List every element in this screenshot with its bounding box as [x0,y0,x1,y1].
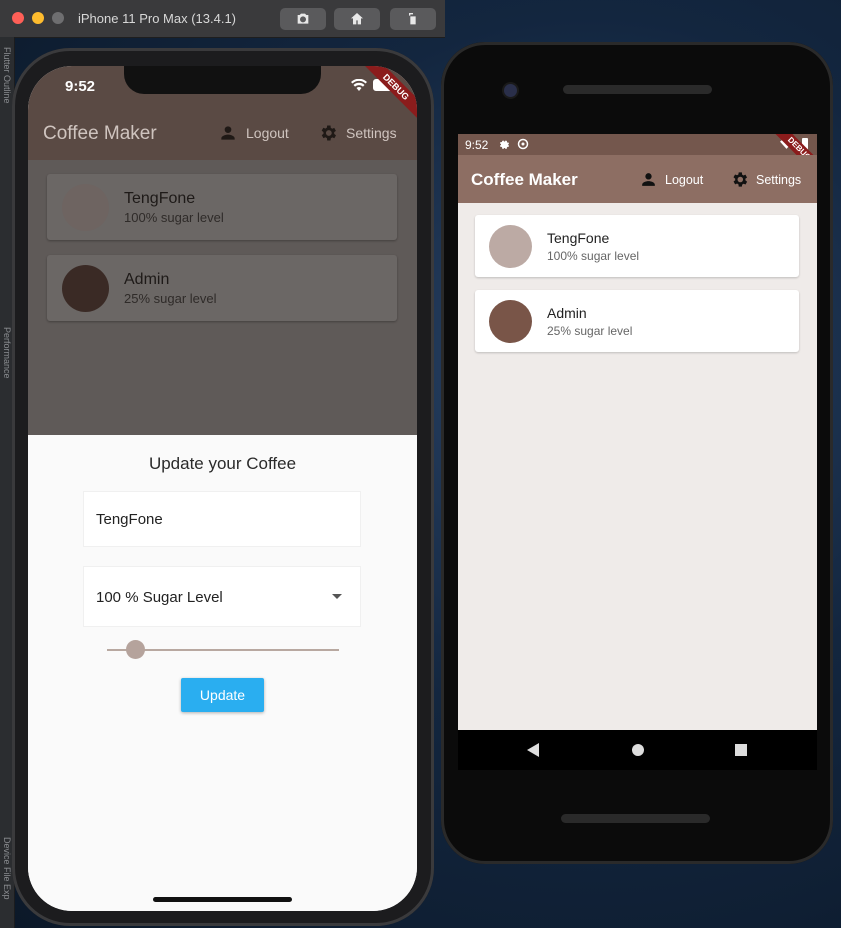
name-field-value: TengFone [96,511,163,528]
bottom-sheet: Update your Coffee TengFone 100 % Sugar … [28,435,417,911]
android-app-bar: Coffee Maker Logout Settings [458,155,817,203]
screenshot-button[interactable] [280,8,326,30]
earpiece-speaker [563,85,712,94]
simulator-title: iPhone 11 Pro Max (13.4.1) [78,11,237,26]
list-item-name: Admin [547,305,587,321]
rotate-button[interactable] [390,8,436,30]
dropdown-arrow-icon [332,594,342,599]
strength-slider-thumb[interactable] [126,640,145,659]
person-icon [221,126,235,140]
list-item-subtitle: 100% sugar level [547,249,640,263]
list-item-name: Admin [124,271,170,288]
logout-label: Logout [246,125,289,141]
list-item[interactable]: Admin 25% sugar level [475,290,799,352]
home-icon [351,13,363,25]
list-item[interactable]: TengFone 100% sugar level [47,174,397,240]
debug-banner: DEBUG [359,66,417,124]
coffee-avatar [62,184,109,231]
sugar-level-value: 100 % Sugar Level [96,589,223,606]
coffee-avatar [489,300,532,343]
simulator-title-bar: iPhone 11 Pro Max (13.4.1) [0,0,445,38]
back-icon[interactable] [527,743,539,757]
minimize-window-button[interactable] [32,12,44,24]
ios-app-bar: 9:52 DEBUG Coffee Maker Logout Settings [28,66,417,160]
settings-label: Settings [346,125,397,141]
ide-tab-device-file[interactable]: Device File Exp [2,837,12,900]
home-circle-icon[interactable] [632,744,644,756]
home-indicator [153,897,292,902]
ide-tab-outline[interactable]: Flutter Outline [2,47,12,104]
gear-icon [321,125,336,141]
sugar-level-dropdown[interactable]: 100 % Sugar Level [84,567,360,626]
coffee-avatar [62,265,109,312]
list-item-subtitle: 25% sugar level [124,291,217,306]
app-title: Coffee Maker [471,170,578,189]
list-item-name: TengFone [547,230,610,246]
android-nav-bar [458,730,817,770]
ios-list-overlay: TengFone 100% sugar level Admin 25% suga… [28,160,417,435]
iphone-screen: 9:52 DEBUG Coffee Maker Logout Settings … [28,66,417,911]
list-item[interactable]: Admin 25% sugar level [47,255,397,321]
recents-icon[interactable] [735,744,747,756]
list-item-subtitle: 100% sugar level [124,210,224,225]
front-camera [504,84,517,97]
android-screen: 9:52 DEBUG Coffee Maker Logout Settings … [458,134,817,730]
logout-button[interactable]: Logout [218,123,289,143]
name-field[interactable]: TengFone [84,492,360,546]
close-window-button[interactable] [12,12,24,24]
settings-label: Settings [756,172,802,187]
zoom-window-button[interactable] [52,12,64,24]
settings-button[interactable]: Settings [730,170,801,189]
ios-status-time: 9:52 [65,78,96,95]
home-button[interactable] [334,8,380,30]
sync-icon [517,138,529,150]
list-item-subtitle: 25% sugar level [547,324,633,338]
gear-icon [733,172,748,187]
rotate-icon [409,13,416,25]
person-icon [642,173,655,186]
sheet-title: Update your Coffee [148,454,297,473]
list-item-name: TengFone [124,190,196,207]
ide-tab-performance[interactable]: Performance [2,327,12,379]
android-status-time: 9:52 [465,138,489,152]
iphone-notch [124,66,321,94]
settings-status-icon [500,140,509,149]
bottom-speaker [561,814,710,823]
settings-button[interactable]: Settings [318,123,397,143]
update-button[interactable]: Update [181,678,264,712]
logout-button[interactable]: Logout [639,170,703,189]
coffee-avatar [489,225,532,268]
wifi-icon [351,79,367,91]
logout-label: Logout [665,172,704,187]
android-status-bar: 9:52 DEBUG [458,134,817,182]
list-item[interactable]: TengFone 100% sugar level [475,215,799,277]
app-title: Coffee Maker [43,123,157,144]
camera-icon [297,13,309,24]
